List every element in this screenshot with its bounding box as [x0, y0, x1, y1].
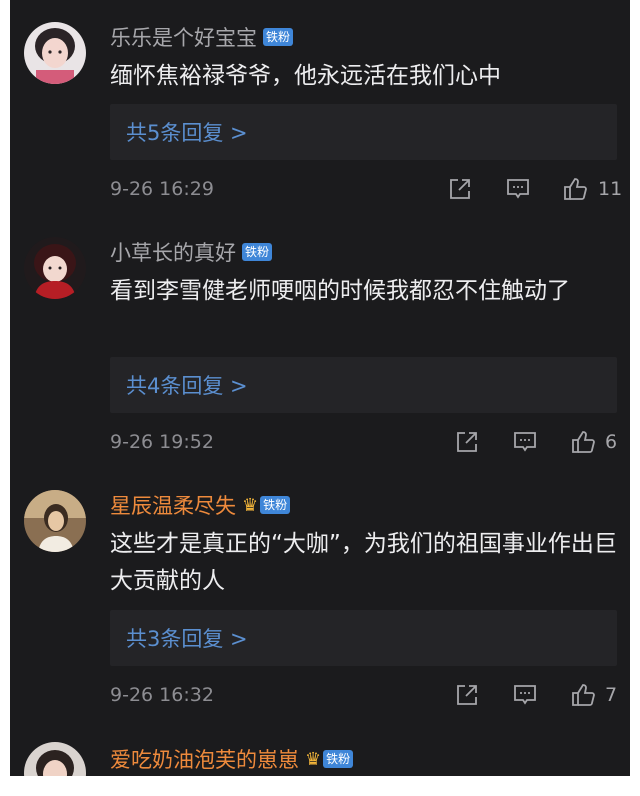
- fan-badge: 铁粉: [323, 750, 354, 768]
- comment-icon[interactable]: [512, 682, 538, 708]
- like-count: 6: [605, 431, 618, 453]
- thumbs-up-icon[interactable]: [570, 429, 596, 455]
- username-row: 小草长的真好 铁粉: [110, 237, 273, 267]
- avatar[interactable]: [24, 237, 86, 299]
- username[interactable]: 爱吃奶油泡芙的崽崽: [110, 744, 299, 774]
- share-icon[interactable]: [454, 682, 480, 708]
- comment-meta: 9-26 16:32 7: [110, 680, 620, 710]
- replies-label: 共5条回复 >: [126, 121, 248, 145]
- thumbs-up-icon[interactable]: [562, 176, 588, 202]
- timestamp: 9-26 16:32: [110, 684, 214, 706]
- username-row: 乐乐是个好宝宝 铁粉: [110, 22, 294, 52]
- share-icon[interactable]: [447, 176, 473, 202]
- thumbs-up-icon[interactable]: [570, 682, 596, 708]
- timestamp: 9-26 19:52: [110, 431, 214, 453]
- username[interactable]: 乐乐是个好宝宝: [110, 22, 257, 52]
- crown-icon: ♛: [242, 494, 259, 516]
- fan-badge: 铁粉: [242, 243, 273, 261]
- replies-button[interactable]: 共4条回复 >: [110, 357, 617, 413]
- replies-button[interactable]: 共5条回复 >: [110, 104, 617, 160]
- comment-text: 这些才是真正的“大咖”，为我们的祖国事业作出巨大贡献的人: [110, 531, 617, 594]
- comment-text: 看到李雪健老师哽咽的时候我都忍不住触动了: [110, 278, 570, 304]
- like-count: 11: [598, 178, 623, 200]
- comment-icon[interactable]: [512, 429, 538, 455]
- replies-button[interactable]: 共3条回复 >: [110, 610, 617, 666]
- comment-icon[interactable]: [505, 176, 531, 202]
- replies-label: 共4条回复 >: [126, 374, 248, 398]
- avatar[interactable]: [24, 490, 86, 552]
- crown-icon: ♛: [305, 748, 322, 770]
- comment-meta: 9-26 16:29 11: [110, 174, 623, 204]
- comment-meta: 9-26 19:52 6: [110, 427, 620, 457]
- username[interactable]: 小草长的真好: [110, 237, 236, 267]
- avatar[interactable]: [24, 22, 86, 84]
- fan-badge: 铁粉: [263, 28, 294, 46]
- fan-badge: 铁粉: [260, 496, 291, 514]
- like-count: 7: [605, 684, 618, 706]
- share-icon[interactable]: [454, 429, 480, 455]
- timestamp: 9-26 16:29: [110, 178, 214, 200]
- comment-list: 乐乐是个好宝宝 铁粉 缅怀焦裕禄爷爷，他永远活在我们心中 共5条回复 > 9-2…: [10, 0, 630, 776]
- comment-text: 缅怀焦裕禄爷爷，他永远活在我们心中: [110, 63, 501, 89]
- username-row: 爱吃奶油泡芙的崽崽 ♛ 铁粉: [110, 744, 354, 774]
- replies-label: 共3条回复 >: [126, 627, 248, 651]
- username-row: 星辰温柔尽失 ♛ 铁粉: [110, 490, 291, 520]
- avatar[interactable]: [24, 742, 86, 776]
- username[interactable]: 星辰温柔尽失: [110, 490, 236, 520]
